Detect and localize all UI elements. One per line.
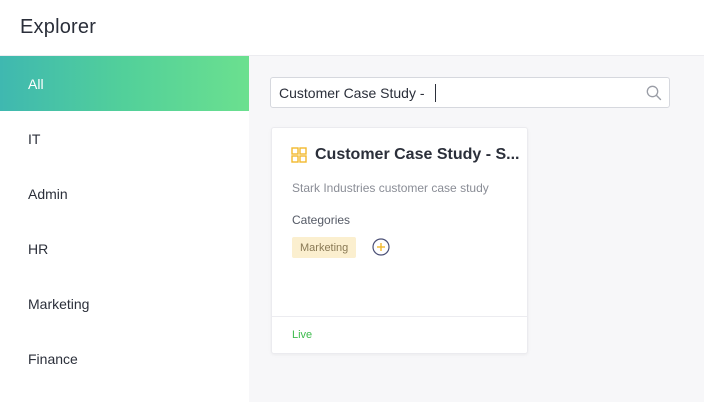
page-title: Explorer xyxy=(20,16,97,38)
sidebar-item-label: Finance xyxy=(28,350,78,367)
categories-label: Categories xyxy=(292,213,351,227)
card-description: Stark Industries customer case study xyxy=(292,181,489,195)
search-icon[interactable] xyxy=(639,78,669,107)
sidebar-item-admin[interactable]: Admin xyxy=(0,166,249,221)
add-circle-icon[interactable] xyxy=(372,238,390,256)
sidebar: All IT Admin HR Marketing Finance xyxy=(0,56,249,402)
card-footer: Live xyxy=(272,316,527,353)
sidebar-item-marketing[interactable]: Marketing xyxy=(0,276,249,331)
sidebar-item-hr[interactable]: HR xyxy=(0,221,249,276)
status-label: Live xyxy=(292,329,313,341)
sidebar-item-all[interactable]: All xyxy=(0,56,249,111)
sidebar-item-label: HR xyxy=(28,240,49,257)
header: Explorer xyxy=(0,0,704,56)
search-input[interactable] xyxy=(271,78,639,107)
sidebar-item-label: IT xyxy=(28,130,41,147)
card-header: Customer Case Study - S... xyxy=(291,146,520,164)
main-content: Customer Case Study - S... Stark Industr… xyxy=(249,56,704,402)
sidebar-item-it[interactable]: IT xyxy=(0,111,249,166)
sidebar-item-label: All xyxy=(28,75,44,92)
sidebar-item-finance[interactable]: Finance xyxy=(0,331,249,386)
search-box xyxy=(270,77,670,108)
grid-icon xyxy=(291,147,307,163)
category-tag[interactable]: Marketing xyxy=(292,237,357,258)
result-card[interactable]: Customer Case Study - S... Stark Industr… xyxy=(271,127,528,354)
text-caret xyxy=(435,84,436,102)
card-title[interactable]: Customer Case Study - S... xyxy=(315,146,520,164)
sidebar-item-label: Marketing xyxy=(28,295,90,312)
sidebar-item-label: Admin xyxy=(28,185,68,202)
